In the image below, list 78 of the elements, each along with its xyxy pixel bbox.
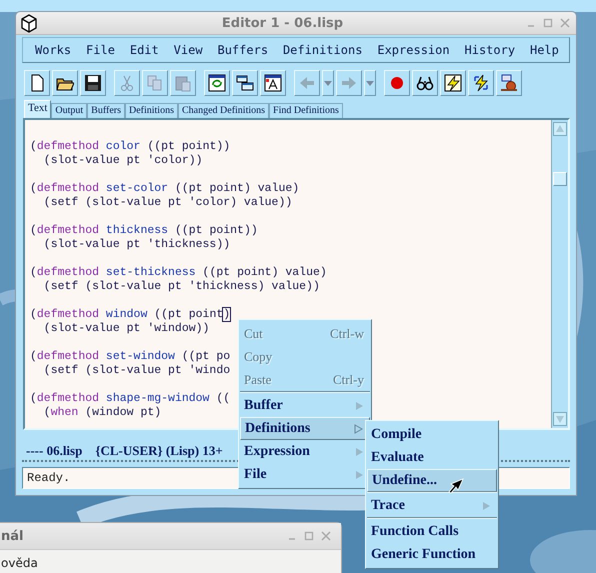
code-line: (defmethod set-thickness ((pt point) value) [30, 266, 327, 280]
submenu-arrow-icon [355, 446, 364, 456]
code-line: (when (window pt) [42, 406, 162, 420]
menu-item[interactable]: Works [35, 43, 72, 57]
lightning-icon [472, 74, 490, 92]
copy-icon [146, 74, 164, 92]
lightning-button[interactable] [468, 70, 494, 96]
maximize-icon[interactable] [543, 18, 553, 28]
binoculars-icon [416, 74, 434, 92]
dot-button[interactable] [384, 70, 410, 96]
code-line: (defmethod thickness ((pt point)) [30, 224, 258, 238]
dot-icon [388, 74, 406, 92]
menu-item[interactable]: Compile [367, 423, 497, 446]
submenu-arrow-icon [355, 400, 364, 410]
tab[interactable]: Changed Definitions [178, 103, 270, 118]
font-window-button[interactable] [260, 70, 286, 96]
menu-item[interactable]: Generic Function [367, 543, 497, 566]
code-line: (slot-value pt 'window)) [42, 322, 210, 336]
window-title: Editor 1 - 06.lisp [220, 16, 344, 30]
tab[interactable]: Text [24, 100, 52, 118]
code-line: (defmethod color ((pt point)) [30, 140, 230, 154]
menu-item[interactable]: Buffer [240, 394, 370, 417]
menu-item[interactable]: History [464, 43, 516, 57]
binoculars-button[interactable] [412, 70, 438, 96]
cube-icon [19, 13, 39, 33]
maximize-icon[interactable] [304, 531, 314, 541]
new-file-button[interactable] [24, 70, 50, 96]
submenu-arrow-icon [355, 470, 364, 480]
caret-icon [324, 80, 332, 86]
menu-item[interactable]: Help [530, 43, 559, 57]
left-arrow-icon [298, 74, 316, 92]
code-line: (slot-value pt 'color)) [42, 154, 203, 168]
code-line: (setf (slot-value pt 'windo [42, 364, 230, 378]
mouse-pointer-icon [448, 478, 464, 494]
caret-icon [366, 80, 374, 86]
code-line: (defmethod window ((pt point) [30, 308, 230, 322]
close-icon[interactable] [321, 531, 331, 541]
code-line: (slot-value pt 'thickness)) [42, 238, 230, 252]
scrollbar[interactable] [551, 120, 568, 428]
mode-line: ---- 06.lisp {CL-USER} (Lisp) 13+ [26, 443, 223, 458]
folder-button[interactable] [52, 70, 78, 96]
menu-item[interactable]: Undefine... [367, 469, 497, 492]
menu-item[interactable]: Definitions [240, 417, 370, 440]
right-arrow-icon [340, 74, 358, 92]
submenu-arrow-icon [354, 424, 363, 434]
menu-item[interactable]: View [174, 43, 203, 57]
code-line: (defmethod set-window ((pt po [30, 350, 230, 364]
tab[interactable]: Buffers [87, 103, 125, 118]
status-text: Ready. [27, 471, 70, 485]
refresh-icon [208, 74, 226, 92]
floppy-disk-button[interactable] [80, 70, 106, 96]
scissors-icon [118, 74, 136, 92]
submenu-arrow-icon [482, 500, 491, 510]
code-line: (setf (slot-value pt 'thickness) value)) [42, 280, 320, 294]
tab[interactable]: Output [51, 103, 88, 118]
menu-item[interactable]: ověda [1, 556, 38, 570]
menu-item[interactable]: Trace [367, 494, 497, 518]
menu-item[interactable]: Function Calls [367, 520, 497, 543]
refresh-button[interactable] [204, 70, 230, 96]
code-line: (setf (slot-value pt 'color) value)) [42, 196, 292, 210]
menu-item[interactable]: Buffers [217, 43, 268, 57]
window-title: nál [1, 528, 24, 544]
lightning-icon [444, 74, 462, 92]
menu-item[interactable]: Edit [130, 43, 159, 57]
close-icon[interactable] [560, 18, 570, 28]
font-window-icon [264, 74, 282, 92]
menu-item[interactable]: Definitions [282, 43, 362, 57]
code-line: (defmethod shape-mg-window (( [30, 392, 230, 406]
tab[interactable]: Definitions [124, 103, 178, 118]
window-list-icon [236, 74, 254, 92]
code-line: (defmethod set-color ((pt point) value) [30, 182, 300, 196]
menu-item[interactable]: File [86, 43, 115, 57]
menu-item[interactable]: Expression [377, 43, 450, 57]
tab[interactable]: Find Definitions [269, 103, 343, 118]
menu-item[interactable]: Evaluate [367, 446, 497, 469]
lightning-button[interactable] [440, 70, 466, 96]
window-list-button[interactable] [232, 70, 258, 96]
scrollbar-thumb[interactable] [553, 172, 567, 186]
